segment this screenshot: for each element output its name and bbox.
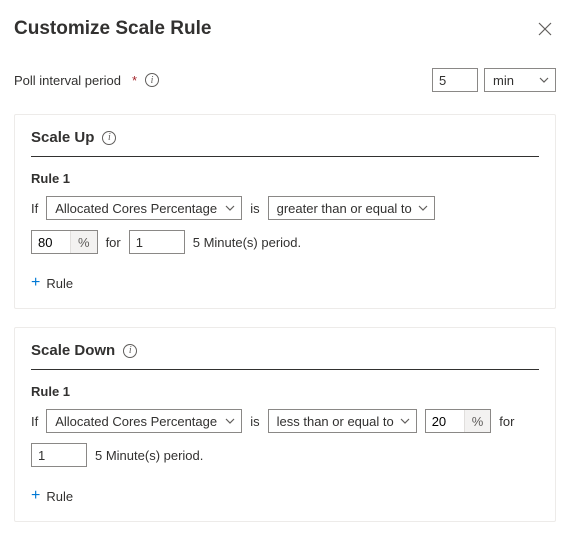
- scale-down-section: Scale Down i Rule 1 If Allocated Cores P…: [14, 327, 556, 522]
- is-label: is: [250, 414, 259, 429]
- chevron-down-icon: [400, 416, 410, 426]
- period-count-input[interactable]: [31, 443, 87, 467]
- close-icon: [538, 22, 552, 36]
- chevron-down-icon: [225, 203, 235, 213]
- metric-value: Allocated Cores Percentage: [55, 414, 217, 429]
- operator-value: less than or equal to: [277, 414, 394, 429]
- operator-value: greater than or equal to: [277, 201, 412, 216]
- poll-interval-label: Poll interval period: [14, 73, 121, 88]
- threshold-input-wrap: %: [425, 409, 492, 433]
- period-count-input[interactable]: [129, 230, 185, 254]
- info-icon[interactable]: i: [145, 73, 159, 87]
- percent-suffix: %: [464, 410, 491, 432]
- scale-up-rule-title: Rule 1: [31, 171, 539, 186]
- scale-up-title: Scale Up: [31, 129, 94, 146]
- metric-select[interactable]: Allocated Cores Percentage: [46, 196, 242, 220]
- poll-unit-value: min: [493, 73, 514, 88]
- operator-select[interactable]: greater than or equal to: [268, 196, 435, 220]
- page-title: Customize Scale Rule: [14, 18, 211, 40]
- percent-suffix: %: [70, 231, 97, 253]
- required-marker: *: [132, 73, 137, 88]
- add-rule-button[interactable]: + Rule: [31, 272, 73, 294]
- scale-down-title: Scale Down: [31, 342, 115, 359]
- chevron-down-icon: [418, 203, 428, 213]
- for-label: for: [106, 235, 121, 250]
- poll-interval-input[interactable]: [432, 68, 478, 92]
- info-icon[interactable]: i: [123, 344, 137, 358]
- add-rule-label: Rule: [46, 276, 73, 291]
- scale-up-section: Scale Up i Rule 1 If Allocated Cores Per…: [14, 114, 556, 309]
- period-text: 5 Minute(s) period.: [95, 448, 203, 463]
- info-icon[interactable]: i: [102, 131, 116, 145]
- threshold-input-wrap: %: [31, 230, 98, 254]
- plus-icon: +: [31, 487, 40, 505]
- threshold-input[interactable]: [426, 410, 464, 432]
- plus-icon: +: [31, 274, 40, 292]
- if-label: If: [31, 414, 38, 429]
- metric-select[interactable]: Allocated Cores Percentage: [46, 409, 242, 433]
- metric-value: Allocated Cores Percentage: [55, 201, 217, 216]
- chevron-down-icon: [225, 416, 235, 426]
- chevron-down-icon: [539, 75, 549, 85]
- is-label: is: [250, 201, 259, 216]
- operator-select[interactable]: less than or equal to: [268, 409, 417, 433]
- for-label: for: [499, 414, 514, 429]
- poll-interval-row: Poll interval period * i min: [14, 68, 556, 92]
- add-rule-label: Rule: [46, 489, 73, 504]
- add-rule-button[interactable]: + Rule: [31, 485, 73, 507]
- scale-down-rule-title: Rule 1: [31, 384, 539, 399]
- if-label: If: [31, 201, 38, 216]
- threshold-input[interactable]: [32, 231, 70, 253]
- poll-unit-select[interactable]: min: [484, 68, 556, 92]
- period-text: 5 Minute(s) period.: [193, 235, 301, 250]
- close-button[interactable]: [534, 18, 556, 40]
